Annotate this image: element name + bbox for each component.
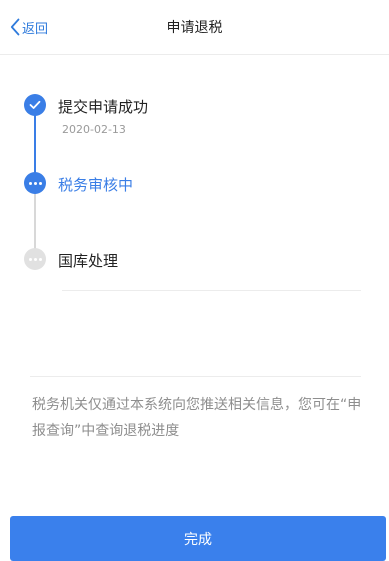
ellipsis-icon	[28, 181, 42, 185]
step-submitted-label: 提交申请成功	[58, 98, 149, 116]
divider	[30, 376, 361, 377]
done-button[interactable]: 完成	[10, 516, 386, 561]
refund-application-page: 返回 申请退税 提交申请成功 2020-02-13 税务审核中 国库处理 税务机…	[0, 0, 389, 561]
step-reviewing-label: 税务审核中	[58, 176, 134, 194]
step-submitted-date: 2020-02-13	[62, 123, 126, 136]
step-treasury-label: 国库处理	[58, 252, 119, 270]
step-current-indicator	[24, 172, 46, 194]
divider	[62, 290, 361, 291]
step-pending-indicator	[24, 248, 46, 270]
page-title: 申请退税	[166, 20, 223, 36]
nav-header: 返回 申请退税	[0, 0, 389, 55]
ellipsis-icon	[28, 257, 42, 261]
notice-text: 税务机关仅通过本系统向您推送相关信息，您可在“申报查询”中查询退税进度	[32, 397, 362, 439]
check-icon	[29, 100, 41, 109]
step-done-indicator	[24, 94, 46, 116]
